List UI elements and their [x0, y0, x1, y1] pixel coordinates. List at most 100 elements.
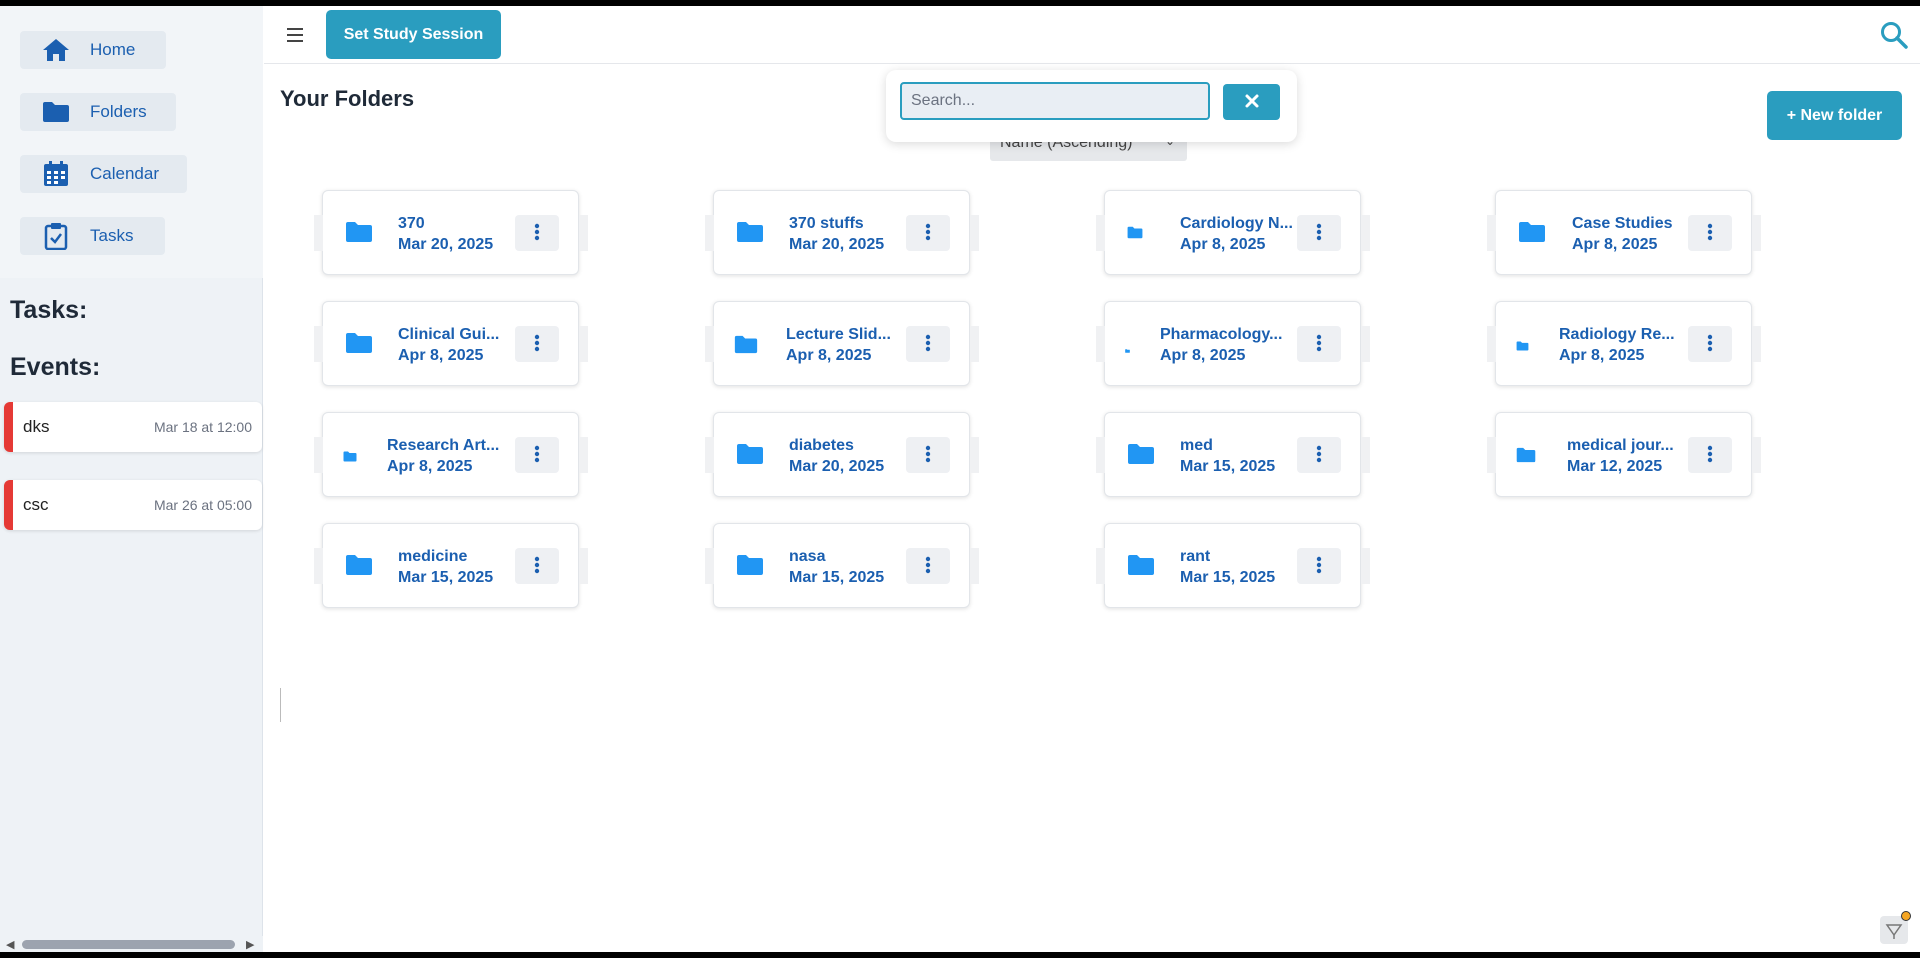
folder-name: Lecture Slid...	[786, 326, 891, 343]
more-vertical-icon	[534, 223, 540, 244]
folder-options-button[interactable]	[515, 326, 559, 362]
hamburger-menu-icon[interactable]	[284, 24, 306, 46]
folder-card[interactable]: nasa Mar 15, 2025	[705, 523, 979, 608]
folder-card[interactable]: Radiology Re... Apr 8, 2025	[1487, 301, 1761, 386]
notification-dot	[1901, 911, 1911, 921]
folder-date: Apr 8, 2025	[387, 458, 473, 475]
folder-options-button[interactable]	[1688, 215, 1732, 251]
folder-icon	[736, 221, 764, 248]
folder-icon	[1516, 338, 1529, 356]
folder-icon	[345, 332, 373, 359]
sidebar-item-home[interactable]: Home	[20, 31, 166, 69]
folder-date: Mar 15, 2025	[1180, 458, 1276, 475]
event-name: csc	[23, 495, 49, 514]
more-vertical-icon	[925, 445, 931, 466]
more-vertical-icon	[1316, 556, 1322, 577]
sidebar-item-tasks[interactable]: Tasks	[20, 217, 165, 255]
folder-icon	[736, 443, 764, 470]
scrollbar-thumb[interactable]	[22, 940, 235, 949]
calendar-icon	[40, 158, 72, 190]
folder-card[interactable]: med Mar 15, 2025	[1096, 412, 1370, 497]
folder-name: Research Art...	[387, 437, 500, 454]
scroll-right-icon[interactable]: ▶	[246, 938, 254, 951]
more-vertical-icon	[534, 556, 540, 577]
home-icon	[40, 34, 72, 66]
more-vertical-icon	[534, 445, 540, 466]
more-vertical-icon	[1316, 223, 1322, 244]
folder-card[interactable]: Lecture Slid... Apr 8, 2025	[705, 301, 979, 386]
more-vertical-icon	[925, 556, 931, 577]
top-bar: Set Study Session	[264, 6, 1920, 64]
folder-card[interactable]: Clinical Gui... Apr 8, 2025	[314, 301, 588, 386]
folder-card[interactable]: Pharmacology... Apr 8, 2025	[1096, 301, 1370, 386]
folder-card[interactable]: diabetes Mar 20, 2025	[705, 412, 979, 497]
folder-options-button[interactable]	[1688, 326, 1732, 362]
event-name: dks	[23, 417, 50, 436]
horizontal-scrollbar[interactable]: ◀ ▶	[0, 936, 263, 952]
set-study-session-button[interactable]: Set Study Session	[326, 10, 501, 59]
folder-icon	[1127, 554, 1155, 581]
folder-options-button[interactable]	[906, 437, 950, 473]
folder-date: Mar 15, 2025	[789, 569, 885, 586]
folder-name: medicine	[398, 548, 468, 565]
new-folder-button[interactable]: + New folder	[1767, 91, 1902, 140]
folder-name: 370	[398, 215, 425, 232]
folder-date: Mar 12, 2025	[1567, 458, 1663, 475]
folder-icon	[734, 335, 758, 359]
folder-card[interactable]: medical jour... Mar 12, 2025	[1487, 412, 1761, 497]
folder-options-button[interactable]	[1297, 548, 1341, 584]
more-vertical-icon	[1707, 445, 1713, 466]
event-time: Mar 26 at 05:00	[153, 497, 252, 513]
folder-card[interactable]: medicine Mar 15, 2025	[314, 523, 588, 608]
folder-card[interactable]: Cardiology N... Apr 8, 2025	[1096, 190, 1370, 275]
folder-icon	[1127, 226, 1143, 244]
folder-icon	[1516, 447, 1536, 468]
folder-date: Mar 20, 2025	[789, 458, 885, 475]
folder-options-button[interactable]	[1297, 215, 1341, 251]
text-caret	[280, 688, 281, 722]
folder-options-button[interactable]	[515, 215, 559, 251]
folder-icon	[1125, 340, 1130, 358]
folder-options-button[interactable]	[1688, 437, 1732, 473]
folder-name: Radiology Re...	[1559, 326, 1675, 343]
scroll-left-icon[interactable]: ◀	[6, 938, 14, 951]
sidebar-item-folders[interactable]: Folders	[20, 93, 176, 131]
folder-name: rant	[1180, 548, 1211, 565]
folder-card[interactable]: 370 stuffs Mar 20, 2025	[705, 190, 979, 275]
more-vertical-icon	[534, 334, 540, 355]
folder-card[interactable]: Case Studies Apr 8, 2025	[1487, 190, 1761, 275]
folder-options-button[interactable]	[515, 548, 559, 584]
sidebar-item-calendar[interactable]: Calendar	[20, 155, 187, 193]
event-time: Mar 18 at 12:00	[153, 419, 252, 435]
more-vertical-icon	[925, 334, 931, 355]
events-heading: Events:	[10, 353, 101, 381]
folder-options-button[interactable]	[1297, 437, 1341, 473]
folder-name: 370 stuffs	[789, 215, 864, 232]
folder-options-button[interactable]	[906, 215, 950, 251]
folder-card[interactable]: 370 Mar 20, 2025	[314, 190, 588, 275]
tasks-heading: Tasks:	[10, 296, 88, 324]
event-card[interactable]: dks Mar 18 at 12:00	[4, 402, 262, 452]
folder-name: Pharmacology...	[1160, 326, 1283, 343]
folder-name: nasa	[789, 548, 826, 565]
folder-options-button[interactable]	[1297, 326, 1341, 362]
folder-options-button[interactable]	[515, 437, 559, 473]
more-vertical-icon	[1707, 223, 1713, 244]
folder-date: Apr 8, 2025	[786, 347, 872, 364]
sidebar-nav: Home Folders Calendar Tasks	[0, 6, 263, 278]
sidebar-item-label: Folders	[90, 102, 147, 121]
more-vertical-icon	[925, 223, 931, 244]
page-title: Your Folders	[280, 86, 415, 111]
folder-card[interactable]: Research Art... Apr 8, 2025	[314, 412, 588, 497]
folder-name: medical jour...	[1567, 437, 1674, 454]
folder-name: med	[1180, 437, 1213, 454]
event-card[interactable]: csc Mar 26 at 05:00	[4, 480, 262, 530]
folder-options-button[interactable]	[906, 326, 950, 362]
folder-icon	[1127, 443, 1155, 470]
search-icon[interactable]	[1879, 20, 1909, 50]
folder-card[interactable]: rant Mar 15, 2025	[1096, 523, 1370, 608]
sidebar: Home Folders Calendar Tasks Tasks: Event…	[0, 6, 263, 952]
close-search-button[interactable]	[1223, 84, 1280, 120]
folder-options-button[interactable]	[906, 548, 950, 584]
search-input[interactable]	[900, 82, 1210, 120]
